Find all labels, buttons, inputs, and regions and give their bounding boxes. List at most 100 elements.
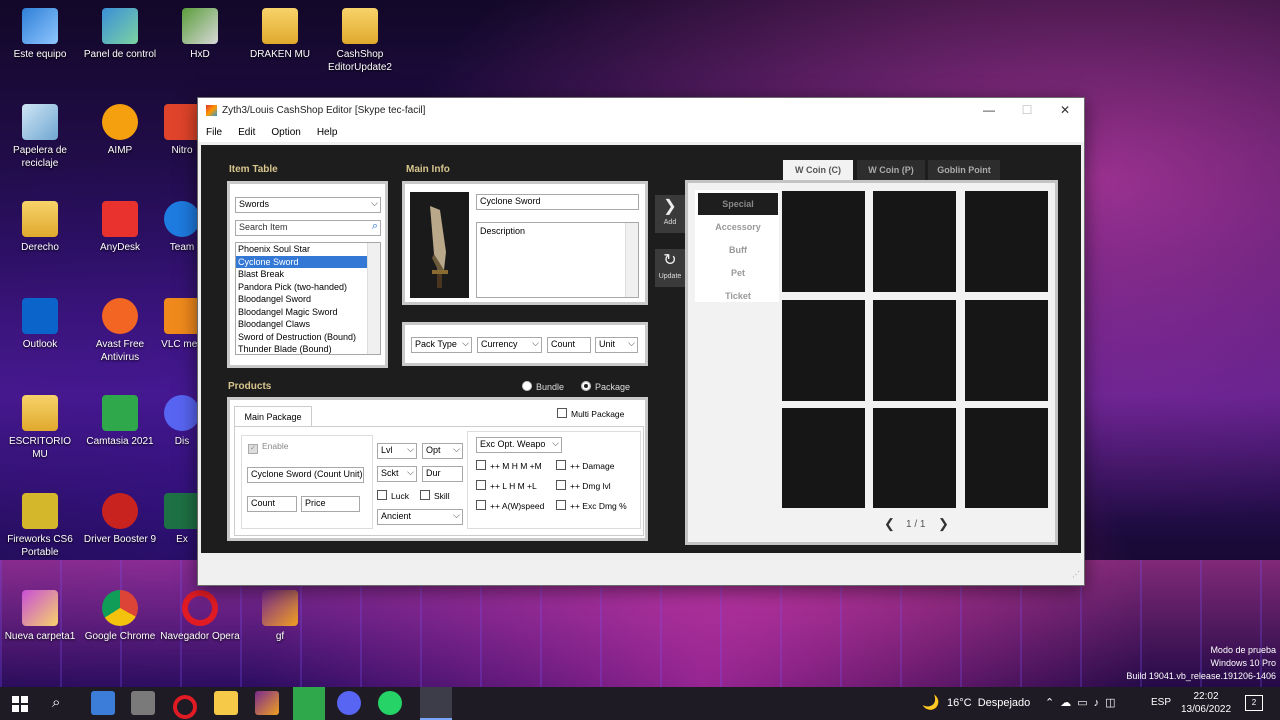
- tab-main-package[interactable]: Main Package: [234, 406, 312, 427]
- minimize-button[interactable]: —: [970, 103, 1008, 117]
- category-special[interactable]: Special: [698, 193, 778, 215]
- prev-page-icon[interactable]: ❮: [884, 516, 895, 532]
- category-pet[interactable]: Pet: [698, 262, 778, 284]
- list-item[interactable]: Bloodangel Sword: [236, 293, 380, 306]
- description-scrollbar[interactable]: [625, 223, 638, 297]
- bundle-radio[interactable]: Bundle: [522, 381, 564, 392]
- product-price-field[interactable]: Price: [301, 496, 360, 512]
- category-select[interactable]: Swords ⌵: [235, 197, 381, 213]
- multi-package-checkbox[interactable]: Multi Package: [557, 408, 624, 419]
- item-slot[interactable]: [873, 191, 956, 292]
- tab-goblin-point[interactable]: Goblin Point: [928, 160, 1000, 180]
- category-buff[interactable]: Buff: [698, 239, 778, 261]
- list-item[interactable]: Blast Break: [236, 268, 380, 281]
- menu-file[interactable]: File: [198, 127, 230, 138]
- item-slot[interactable]: [965, 300, 1048, 401]
- taskbar-cashshop-editor-icon[interactable]: [420, 687, 452, 720]
- item-name-field[interactable]: Cyclone Sword: [476, 194, 639, 210]
- desktop-icon-outlook[interactable]: Outlook: [0, 298, 80, 351]
- taskbar-tools-icon[interactable]: [131, 691, 155, 715]
- count-field[interactable]: Count: [547, 337, 591, 353]
- list-item[interactable]: Thunder Blade (Bound): [236, 343, 380, 354]
- item-slot[interactable]: [873, 300, 956, 401]
- ancient-select[interactable]: Ancient ⌵: [377, 509, 463, 525]
- list-item[interactable]: Bloodangel Claws: [236, 318, 380, 331]
- socket-select[interactable]: Sckt ⌵: [377, 466, 417, 482]
- currency-select[interactable]: Currency ⌵: [477, 337, 542, 353]
- list-scrollbar[interactable]: [367, 243, 380, 354]
- item-list[interactable]: Phoenix Soul Star Cyclone Sword Blast Br…: [235, 242, 381, 355]
- level-select[interactable]: Lvl ⌵: [377, 443, 417, 459]
- weather-text[interactable]: 16°C Despejado: [947, 697, 1030, 709]
- list-item[interactable]: Phoenix Soul Star: [236, 243, 380, 256]
- menu-option[interactable]: Option: [263, 127, 308, 138]
- close-button[interactable]: ✕: [1046, 103, 1084, 117]
- search-input[interactable]: Search Item ⌕: [235, 220, 381, 236]
- menu-help[interactable]: Help: [309, 127, 346, 138]
- desktop-icon-recycle-bin[interactable]: Papelera de reciclaje: [0, 104, 80, 170]
- product-count-field[interactable]: Count: [247, 496, 297, 512]
- update-button[interactable]: ↻ Update: [655, 249, 685, 287]
- taskbar-camtasia-icon[interactable]: [293, 687, 325, 720]
- enable-checkbox[interactable]: ✓ Enable: [248, 441, 288, 454]
- package-radio[interactable]: Package: [581, 381, 630, 392]
- clock[interactable]: 22:02 13/06/2022: [1180, 690, 1232, 716]
- resize-grip-icon[interactable]: ⋰: [1072, 570, 1080, 579]
- description-field[interactable]: Description: [476, 222, 639, 298]
- luck-checkbox[interactable]: Luck: [377, 490, 409, 501]
- item-slot[interactable]: [873, 408, 956, 508]
- list-item[interactable]: Bloodangel Magic Sword: [236, 306, 380, 319]
- search-icon[interactable]: ⌕: [52, 694, 60, 711]
- exc-option-checkbox[interactable]: ++ Exc Dmg %: [556, 500, 627, 511]
- system-tray-icons[interactable]: ⌃☁▭♪◫: [1045, 696, 1122, 709]
- exc-option-checkbox[interactable]: ++ Damage: [556, 460, 614, 471]
- taskbar-winrar-icon[interactable]: [255, 691, 279, 715]
- desktop-icon-hxd[interactable]: HxD: [160, 8, 240, 61]
- item-slot[interactable]: [782, 191, 865, 292]
- desktop-icon-fireworks[interactable]: Fireworks CS6 Portable: [0, 493, 80, 559]
- category-ticket[interactable]: Ticket: [698, 285, 778, 307]
- list-item[interactable]: Pandora Pick (two-handed): [236, 281, 380, 294]
- desktop-icon-draken-mu[interactable]: DRAKEN MU: [240, 8, 320, 61]
- next-page-icon[interactable]: ❯: [938, 516, 949, 532]
- durability-field[interactable]: Dur: [422, 466, 463, 482]
- exc-option-checkbox[interactable]: ++ Dmg lvl: [556, 480, 611, 491]
- unit-select[interactable]: Unit ⌵: [595, 337, 638, 353]
- item-slot[interactable]: [782, 408, 865, 508]
- desktop-icon-opera[interactable]: Navegador Opera: [160, 590, 240, 643]
- start-button[interactable]: [12, 696, 28, 712]
- tab-w-coin-c[interactable]: W Coin (C): [783, 160, 853, 180]
- skill-checkbox[interactable]: Skill: [420, 490, 450, 501]
- desktop-icon-este-equipo[interactable]: Este equipo: [0, 8, 80, 61]
- item-slot[interactable]: [782, 300, 865, 401]
- desktop-icon-driver-booster[interactable]: Driver Booster 9: [80, 493, 160, 546]
- option-select[interactable]: Opt ⌵: [422, 443, 463, 459]
- taskbar-discord-icon[interactable]: [337, 691, 361, 715]
- item-slot[interactable]: [965, 191, 1048, 292]
- maximize-button[interactable]: ☐: [1008, 103, 1046, 117]
- desktop-icon-escritorio-mu[interactable]: ESCRITORIO MU: [0, 395, 80, 461]
- list-item-selected[interactable]: Cyclone Sword: [236, 255, 380, 268]
- desktop-icon-chrome[interactable]: Google Chrome: [80, 590, 160, 643]
- desktop-icon-gf[interactable]: gf: [240, 590, 320, 643]
- add-button[interactable]: ❯ Add: [655, 195, 685, 233]
- list-item[interactable]: Sword of Destruction (Bound): [236, 331, 380, 344]
- desktop-icon-anydesk[interactable]: AnyDesk: [80, 201, 160, 254]
- desktop-icon-panel-de-control[interactable]: Panel de control: [80, 8, 160, 61]
- taskbar-whatsapp-icon[interactable]: [378, 691, 402, 715]
- desktop-icon-nueva-carpeta[interactable]: Nueva carpeta1: [0, 590, 80, 643]
- desktop-icon-cashshop-editor[interactable]: CashShop EditorUpdate2: [320, 8, 400, 74]
- exc-option-checkbox[interactable]: ++ M H M +M: [476, 460, 542, 471]
- exc-option-checkbox[interactable]: ++ L H M +L: [476, 480, 537, 491]
- notification-center-icon[interactable]: 2: [1245, 695, 1263, 711]
- weather-icon[interactable]: 🌙: [922, 694, 939, 711]
- exc-option-checkbox[interactable]: ++ A(W)speed: [476, 500, 544, 511]
- desktop-icon-derecho[interactable]: Derecho: [0, 201, 80, 254]
- menu-edit[interactable]: Edit: [230, 127, 263, 138]
- desktop-icon-aimp[interactable]: AIMP: [80, 104, 160, 157]
- category-accessory[interactable]: Accessory: [698, 216, 778, 238]
- tab-w-coin-p[interactable]: W Coin (P): [857, 160, 925, 180]
- pack-type-select[interactable]: Pack Type ⌵: [411, 337, 472, 353]
- taskbar-opera-icon[interactable]: [173, 695, 197, 719]
- exc-option-select[interactable]: Exc Opt. Weapo ⌵: [476, 437, 562, 453]
